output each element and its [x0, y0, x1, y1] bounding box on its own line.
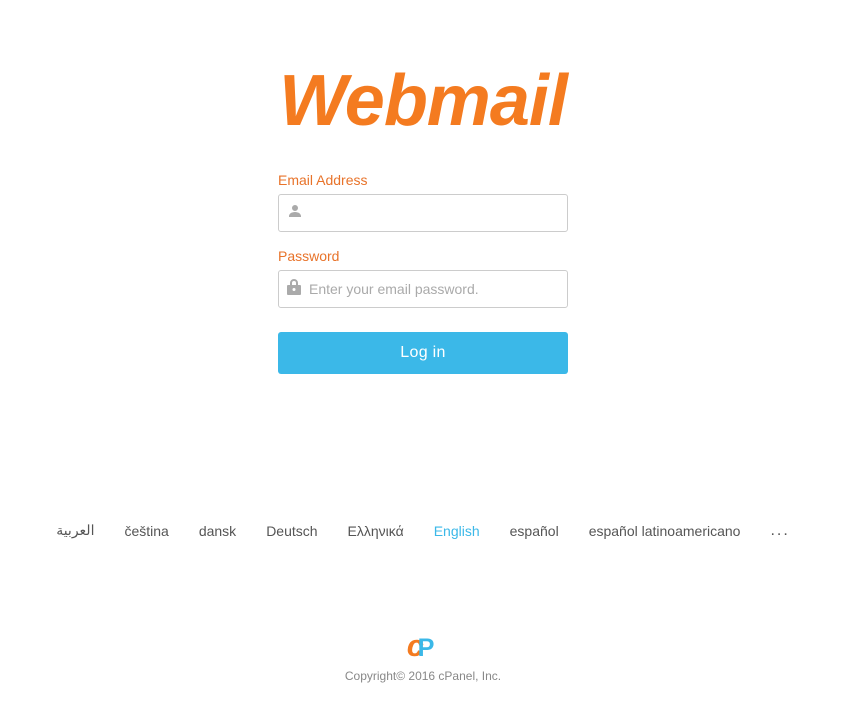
lang-czech[interactable]: čeština — [124, 523, 168, 539]
svg-text:P: P — [418, 634, 435, 662]
copyright-text: Copyright© 2016 cPanel, Inc. — [345, 669, 501, 683]
login-button[interactable]: Log in — [278, 332, 568, 374]
lang-arabic[interactable]: العربية — [56, 522, 94, 539]
more-languages[interactable]: ... — [770, 522, 789, 540]
password-field-group: Password — [278, 248, 568, 308]
lock-icon — [287, 279, 301, 300]
footer: c P Copyright© 2016 cPanel, Inc. — [345, 627, 501, 713]
password-label: Password — [278, 248, 568, 264]
language-bar: العربية čeština dansk Deutsch Ελληνικά E… — [0, 502, 846, 560]
lang-german[interactable]: Deutsch — [266, 523, 317, 539]
lang-danish[interactable]: dansk — [199, 523, 236, 539]
lang-greek[interactable]: Ελληνικά — [348, 523, 404, 539]
main-content: Webmail Email Address Password — [0, 60, 846, 374]
password-input[interactable] — [309, 271, 559, 307]
cpanel-logo-icon: c P — [405, 627, 441, 663]
lang-spanish[interactable]: español — [510, 523, 559, 539]
email-input[interactable] — [311, 195, 559, 231]
login-form: Email Address Password — [278, 172, 568, 374]
password-input-wrapper — [278, 270, 568, 308]
email-label: Email Address — [278, 172, 568, 188]
user-icon — [287, 203, 303, 224]
lang-spanish-latin[interactable]: español latinoamericano — [589, 523, 741, 539]
webmail-logo: Webmail — [279, 60, 567, 142]
email-input-wrapper — [278, 194, 568, 232]
email-field-group: Email Address — [278, 172, 568, 232]
lang-english[interactable]: English — [434, 523, 480, 539]
